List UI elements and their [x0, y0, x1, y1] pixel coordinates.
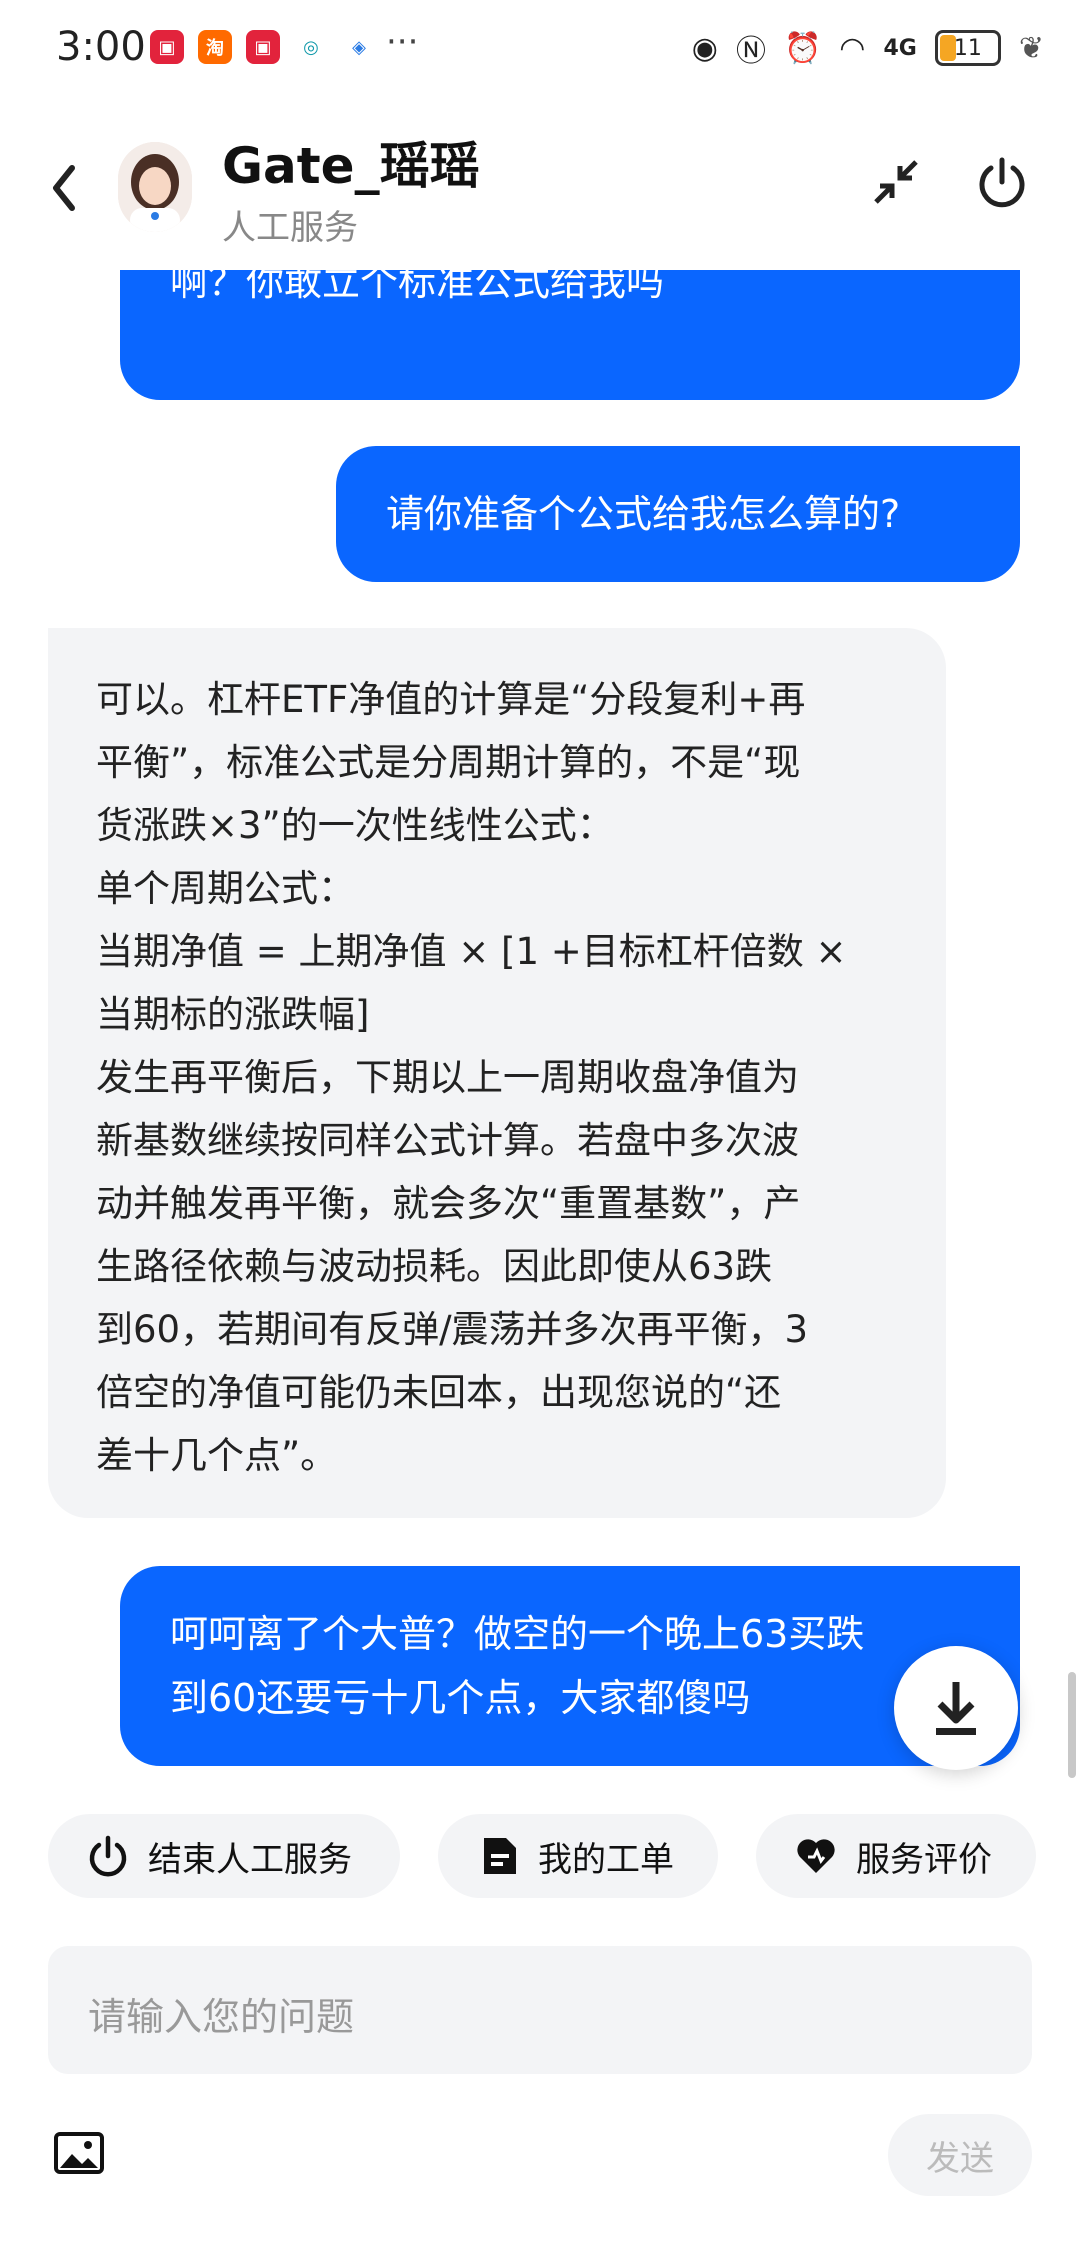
system-icons: ◉ Ⓝ ⏰ ◠ 4G 11 ❦ — [692, 26, 1044, 70]
image-upload-icon[interactable] — [54, 2132, 104, 2174]
service-rating-button[interactable]: 服务评价 — [756, 1814, 1036, 1898]
agent-avatar — [118, 142, 192, 232]
map-app-icon: ◈ — [342, 30, 376, 64]
status-bar: 3:00 ▣ 淘 ▣ ◎ ◈ ··· ◉ Ⓝ ⏰ ◠ 4G 11 ❦ — [0, 0, 1080, 100]
message-text: 呵呵离了个大普？做空的一个晚上63买跌 到60还要亏十几个点，大家都傻吗 — [170, 1612, 865, 1720]
message-bubble-user: 呵呵离了个大普？做空的一个晚上63买跌 到60还要亏十几个点，大家都傻吗 — [120, 1566, 1020, 1766]
end-service-label: 结束人工服务 — [148, 1839, 352, 1880]
wifi-icon: ◠ — [839, 30, 866, 66]
download-arrow-icon — [936, 1682, 976, 1735]
message-text: 可以。杠杆ETF净值的计算是“分段复利+再 平衡”，标准公式是分周期计算的，不是… — [96, 678, 847, 1477]
alarm-icon: ⏰ — [783, 30, 822, 66]
scroll-to-bottom-button[interactable] — [894, 1646, 1018, 1770]
power-icon — [89, 1835, 127, 1877]
my-tickets-button[interactable]: 我的工单 — [438, 1814, 718, 1898]
send-button[interactable]: 发送 — [888, 2114, 1032, 2196]
taobao-app-icon: 淘 — [198, 30, 232, 64]
message-bubble-agent: 可以。杠杆ETF净值的计算是“分段复利+再 平衡”，标准公式是分周期计算的，不是… — [48, 628, 946, 1518]
service-rating-label: 服务评价 — [856, 1839, 992, 1880]
chat-subtitle: 人工服务 — [222, 208, 358, 248]
battery-icon: 11 — [934, 30, 1001, 66]
more-notifications-icon: ··· — [386, 22, 419, 62]
my-tickets-label: 我的工单 — [538, 1839, 674, 1880]
status-time: 3:00 — [56, 24, 146, 70]
browser-app-icon: ◎ — [294, 30, 328, 64]
document-icon — [484, 1838, 516, 1874]
message-text: 请你准备个公式给我怎么算的? — [386, 492, 901, 536]
chat-header: Gate_瑶瑶 人工服务 — [0, 100, 1080, 270]
leaf-icon: ❦ — [1018, 30, 1044, 66]
huawei-store-icon: ▣ — [246, 30, 280, 64]
signal-icon: 4G — [883, 35, 917, 61]
heart-rating-icon — [797, 1839, 835, 1873]
back-arrow-icon[interactable] — [44, 158, 84, 218]
message-bubble-user: 请你准备个公式给我怎么算的? — [336, 446, 1020, 582]
battery-level: 11 — [953, 35, 982, 61]
scrollbar-thumb[interactable] — [1068, 1672, 1076, 1778]
notification-icons: ▣ 淘 ▣ ◎ ◈ — [150, 30, 376, 64]
power-icon[interactable] — [974, 154, 1030, 210]
question-input[interactable]: 请输入您的问题 — [48, 1946, 1032, 2074]
minimize-window-icon[interactable] — [868, 154, 924, 210]
question-input-placeholder: 请输入您的问题 — [88, 1995, 355, 2039]
end-service-button[interactable]: 结束人工服务 — [48, 1814, 400, 1898]
huawei-app-icon: ▣ — [150, 30, 184, 64]
eye-icon: ◉ — [691, 30, 718, 66]
chat-title: Gate_瑶瑶 — [222, 137, 480, 195]
nfc-icon: Ⓝ — [735, 34, 766, 69]
